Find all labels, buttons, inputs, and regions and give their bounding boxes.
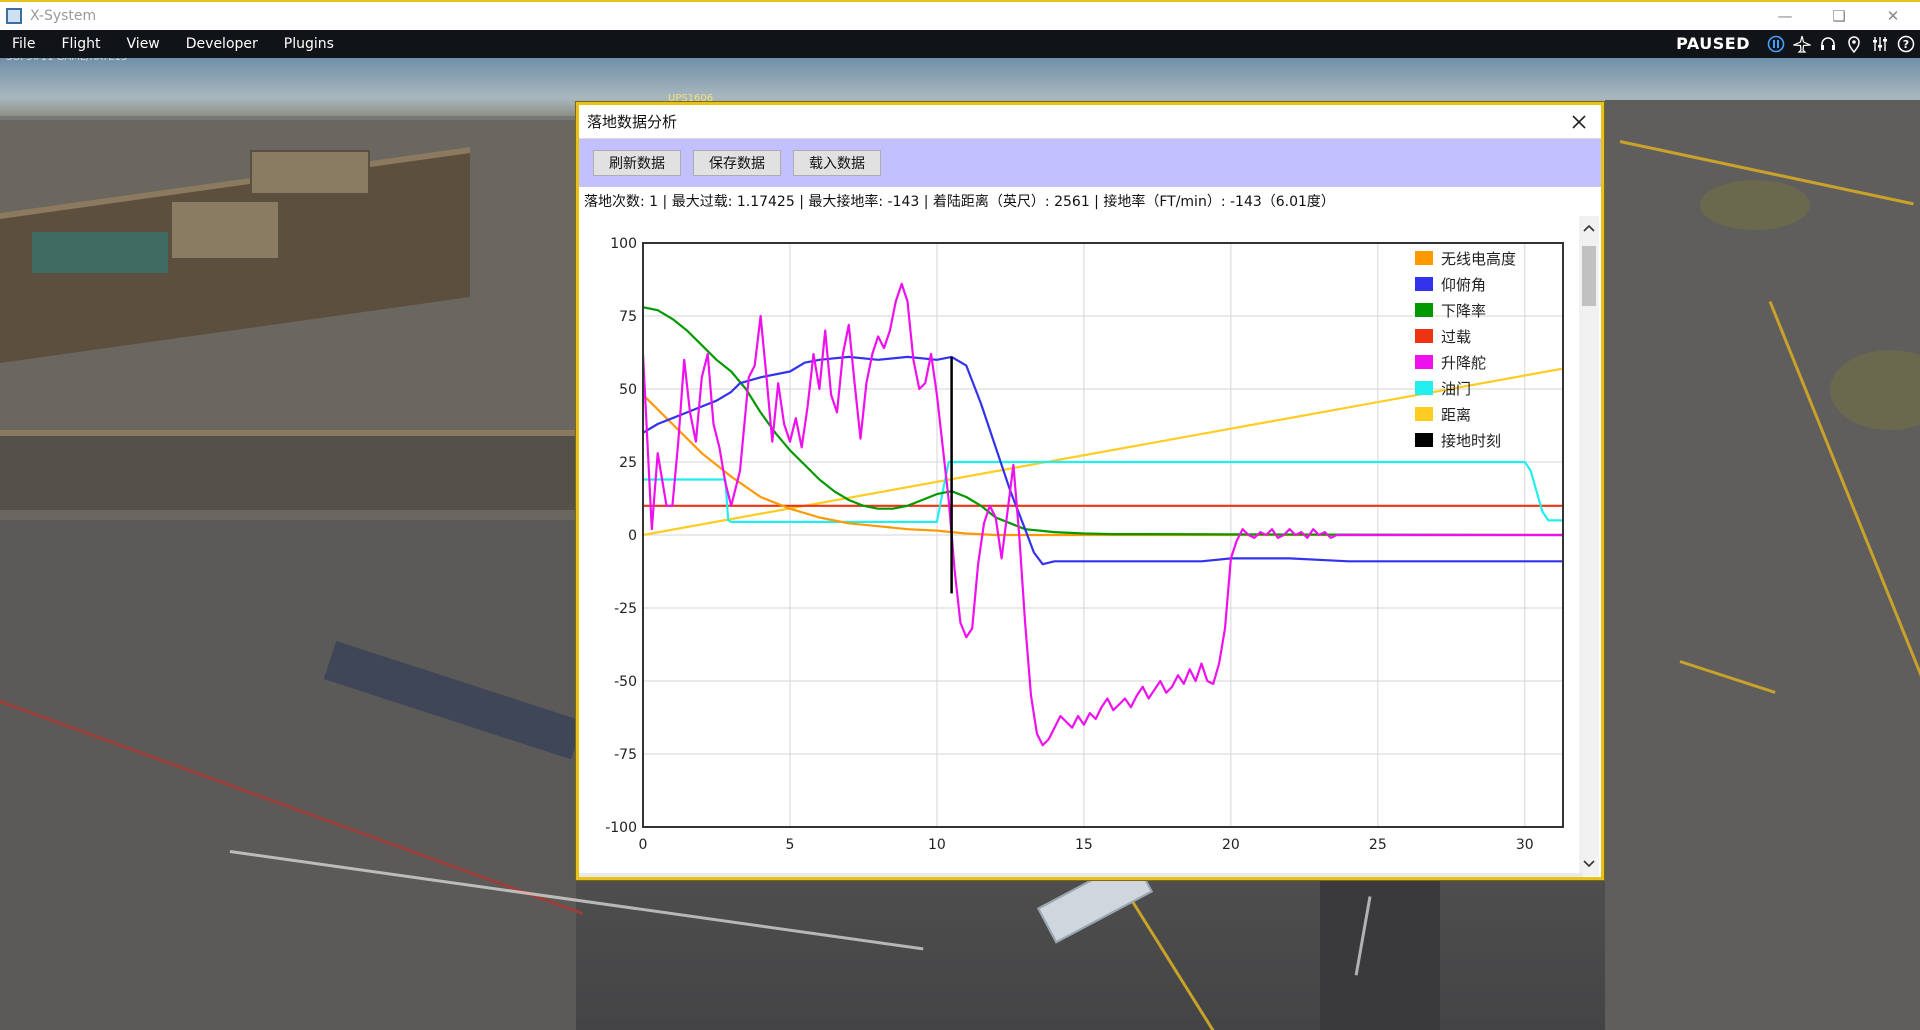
legend-label-3: 过载	[1441, 328, 1471, 346]
legend-swatch-0	[1415, 251, 1433, 265]
menu-view[interactable]: View	[114, 36, 173, 52]
legend-label-5: 油门	[1441, 380, 1471, 398]
grass-patch	[1700, 180, 1810, 230]
x-tick-label: 0	[639, 837, 648, 853]
y-tick-label: 50	[619, 382, 637, 398]
y-tick-label: -50	[614, 674, 637, 690]
scrollbar-thumb[interactable]	[1582, 246, 1596, 306]
app-icon	[6, 8, 22, 24]
landing-line-chart: 0 5 10 15 20 25 30 100 75 50 25 0 -25 -50 -75 -100 无线电高度…	[605, 236, 1564, 853]
menu-developer[interactable]: Developer	[173, 36, 271, 52]
legend-label-6: 距离	[1441, 406, 1471, 424]
refresh-data-button[interactable]: 刷新数据	[593, 150, 681, 176]
building	[250, 150, 370, 195]
legend-label-7: 接地时刻	[1441, 432, 1501, 450]
restore-icon[interactable]: ❏	[1812, 2, 1866, 30]
legend-swatch-4	[1415, 355, 1433, 369]
y-tick-label: 25	[619, 455, 637, 471]
pier-building	[0, 430, 576, 510]
apron-right	[1605, 100, 1920, 1030]
scroll-down-icon[interactable]	[1579, 854, 1599, 874]
x-tick-label: 5	[786, 837, 795, 853]
svg-text:?: ?	[1903, 38, 1909, 51]
y-tick-label: -75	[614, 747, 637, 763]
x-tick-label: 30	[1516, 837, 1534, 853]
headset-icon[interactable]	[1818, 34, 1838, 54]
window-title-bar: X-System — ❏ ✕	[0, 0, 1920, 30]
minimize-icon[interactable]: —	[1758, 2, 1812, 30]
save-data-button[interactable]: 保存数据	[693, 150, 781, 176]
vertical-scrollbar[interactable]	[1579, 216, 1599, 876]
landing-summary-text: 落地次数: 1 | 最大过载: 1.17425 | 最大接地率: -143 | …	[584, 194, 1335, 210]
sliders-icon[interactable]	[1870, 34, 1890, 54]
legend-swatch-6	[1415, 407, 1433, 421]
dialog-title: 落地数据分析	[579, 105, 1601, 139]
menu-plugins[interactable]: Plugins	[271, 36, 347, 52]
legend-swatch-2	[1415, 303, 1433, 317]
close-window-icon[interactable]: ✕	[1866, 2, 1920, 30]
legend-swatch-1	[1415, 277, 1433, 291]
legend-label-0: 无线电高度	[1441, 250, 1516, 268]
airplane-icon[interactable]	[1792, 34, 1812, 54]
dialog-toolbar: 刷新数据 保存数据 载入数据	[579, 139, 1601, 187]
apron-lower-left	[0, 520, 576, 1030]
pause-circle-icon[interactable]	[1766, 34, 1786, 54]
horizontal-scrollbar[interactable]	[579, 873, 1583, 877]
x-tick-label: 25	[1369, 837, 1387, 853]
x-tick-label: 20	[1222, 837, 1240, 853]
taxi-line-yellow	[1118, 880, 1228, 1030]
y-tick-label: 0	[628, 528, 637, 544]
y-tick-label: 75	[619, 309, 637, 325]
legend-swatch-3	[1415, 329, 1433, 343]
menu-file[interactable]: File	[0, 36, 48, 52]
x-tick-label: 10	[928, 837, 946, 853]
help-icon[interactable]: ?	[1896, 34, 1916, 54]
scroll-up-icon[interactable]	[1579, 218, 1599, 238]
y-tick-label: 100	[610, 236, 637, 252]
dialog-close-icon[interactable]	[1567, 110, 1591, 134]
building-green	[30, 230, 170, 275]
paused-status: PAUSED	[1676, 34, 1750, 53]
location-pin-icon[interactable]	[1844, 34, 1864, 54]
runway-strip	[1320, 880, 1440, 1030]
legend-label-2: 下降率	[1441, 302, 1486, 320]
legend-swatch-7	[1415, 433, 1433, 447]
legend-label-1: 仰俯角	[1441, 276, 1486, 294]
legend-swatch-5	[1415, 381, 1433, 395]
legend-label-4: 升降舵	[1441, 354, 1486, 372]
load-data-button[interactable]: 载入数据	[793, 150, 881, 176]
toolbar-icons: ?	[1766, 30, 1916, 58]
building	[170, 200, 280, 260]
x-tick-label: 15	[1075, 837, 1093, 853]
landing-analysis-dialog: 落地数据分析 刷新数据 保存数据 载入数据 落地次数: 1 | 最大过载: 1.…	[576, 102, 1604, 880]
menu-bar: File Flight View Developer Plugins PAUSE…	[0, 30, 1920, 58]
landing-chart-area: 0 5 10 15 20 25 30 100 75 50 25 0 -25 -50 -75 -100 无线电高度…	[579, 216, 1583, 876]
y-tick-label: -100	[605, 820, 637, 836]
menu-flight[interactable]: Flight	[48, 36, 113, 52]
y-tick-label: -25	[614, 601, 637, 617]
window-title: X-System	[30, 8, 97, 24]
